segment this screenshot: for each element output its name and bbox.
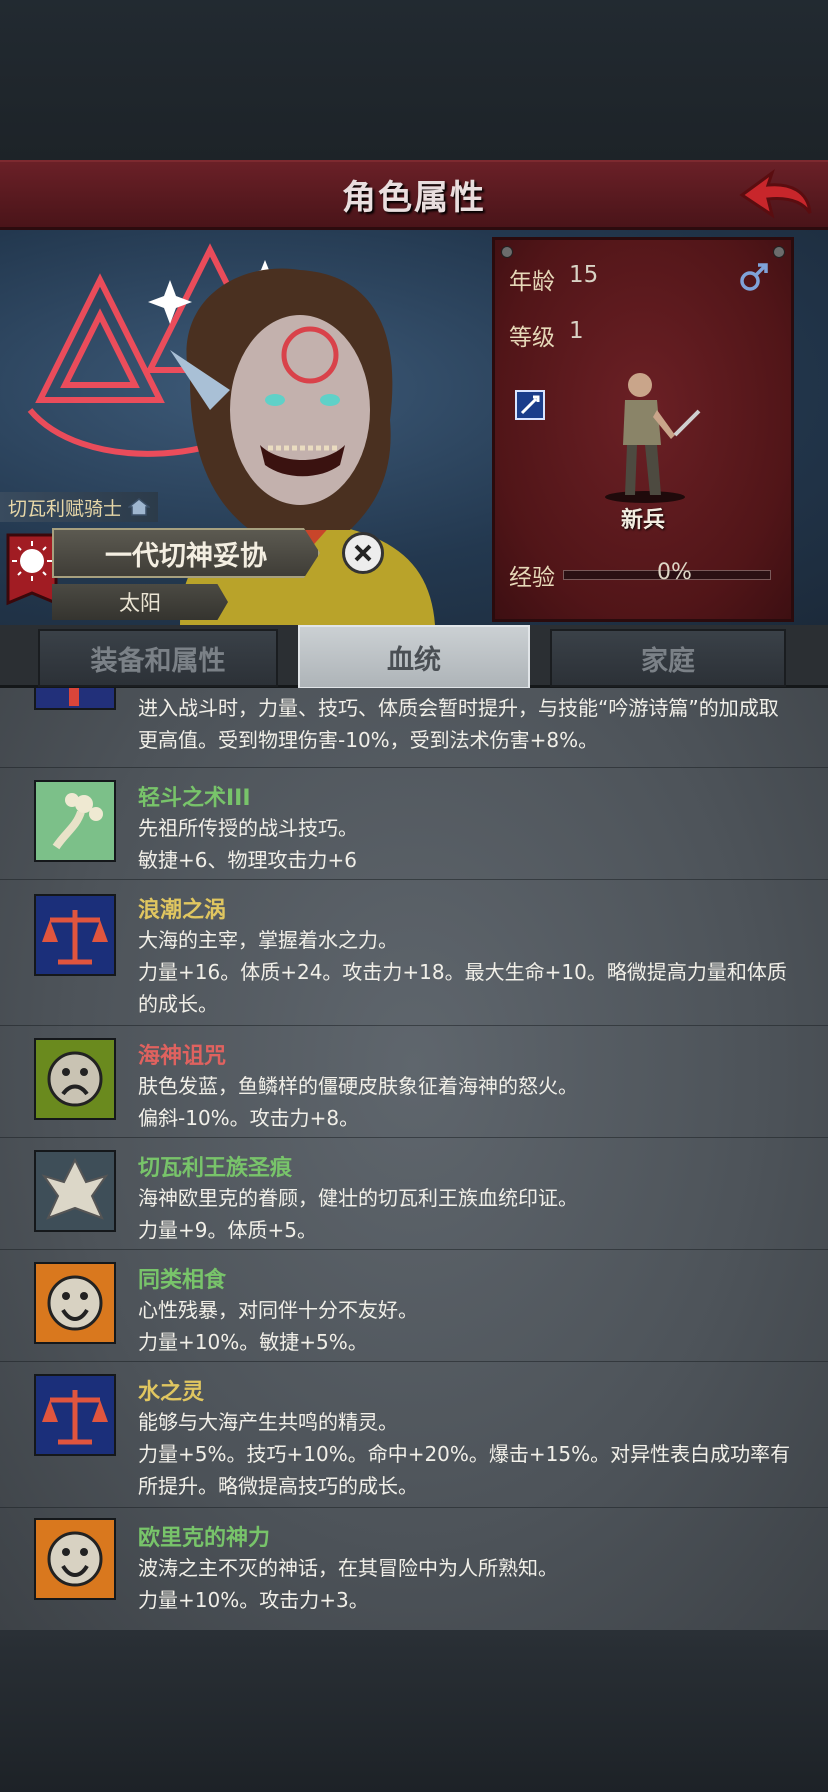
trait-description: 波涛之主不灭的神话，在其冒险中为人所熟知。: [138, 1556, 558, 1580]
partial-red-icon: [34, 688, 116, 710]
exp-percent: 0%: [657, 560, 692, 585]
deity-plate: 太阳: [52, 584, 228, 620]
trait-effect: 力量+10%。攻击力+3。: [138, 1588, 369, 1612]
hand-flower-icon: [34, 780, 116, 862]
happy-face-icon: [34, 1262, 116, 1344]
character-name: 一代切神妥协: [105, 540, 267, 572]
trait-name: 切瓦利王族圣痕: [138, 1156, 293, 1181]
male-gender-icon: [740, 263, 768, 291]
trait-name: 欧里克的神力: [138, 1526, 271, 1551]
trait-description: 能够与大海产生共鸣的精灵。: [138, 1410, 398, 1434]
trait-effect: 力量+5%。技巧+10%。命中+20%。爆击+15%。对异性表白成功率有所提升。…: [138, 1442, 791, 1498]
scales-icon: [34, 894, 116, 976]
sun-banner-icon: [6, 533, 58, 606]
tab-family-label: 家庭: [641, 645, 695, 677]
tab-bloodline-label: 血统: [387, 644, 441, 676]
tab-family[interactable]: 家庭: [550, 629, 786, 687]
unit-rank-label: 新兵: [620, 508, 665, 533]
home-icon: [128, 498, 151, 516]
sword-skill-icon[interactable]: [515, 390, 545, 420]
trait-effect: 敏捷+6、物理攻击力+6: [138, 848, 357, 872]
trait-entry[interactable]: 浪潮之涡 大海的主宰，掌握着水之力。 力量+16。体质+24。攻击力+18。最大…: [0, 880, 828, 1026]
close-icon: [354, 544, 372, 562]
trait-description: 心性残暴，对同伴十分不友好。: [138, 1298, 418, 1322]
tab-bloodline[interactable]: 血统: [298, 625, 530, 689]
trait-entry[interactable]: 同类相食 心性残暴，对同伴十分不友好。 力量+10%。敏捷+5%。: [0, 1250, 828, 1362]
trait-description: 肤色发蓝，鱼鳞样的僵硬皮肤象征着海神的怒火。: [138, 1074, 578, 1098]
tab-equipment[interactable]: 装备和属性: [38, 629, 278, 687]
trait-entry[interactable]: 轻斗之术III 先祖所传授的战斗技巧。 敏捷+6、物理攻击力+6: [0, 768, 828, 880]
trait-entry[interactable]: 切瓦利王族圣痕 海神欧里克的眷顾，健壮的切瓦利王族血统印证。 力量+9。体质+5…: [0, 1138, 828, 1250]
exp-row: 经验: [509, 558, 771, 592]
back-arrow-icon: [739, 169, 812, 219]
age-value: 15: [569, 262, 599, 288]
tab-bar: 装备和属性 血统 家庭: [0, 625, 828, 689]
age-label: 年龄: [509, 269, 555, 295]
trait-description: 大海的主宰，掌握着水之力。: [138, 928, 398, 952]
hero-panel: 切瓦利赋骑士 一代切神妥协 太阳 年龄 15 等级 1 新兵 经验 0%: [0, 230, 828, 625]
level-value: 1: [569, 318, 584, 344]
trait-effect: 偏斜-10%。攻击力+8。: [138, 1106, 360, 1130]
trait-list[interactable]: 进入战斗时，力量、技巧、体质会暂时提升，与技能“吟游诗篇”的加成取更高值。受到物…: [0, 688, 828, 1630]
class-label: 切瓦利赋骑士: [0, 492, 159, 522]
trait-name: 轻斗之术III: [138, 786, 251, 811]
exp-label: 经验: [509, 565, 555, 591]
trait-effect: 力量+16。体质+24。攻击力+18。最大生命+10。略微提高力量和体质的成长。: [138, 960, 787, 1016]
top-backdrop: [0, 0, 828, 160]
happy-face-icon: [34, 1518, 116, 1600]
stats-card: 年龄 15 等级 1 新兵 经验 0%: [492, 237, 794, 622]
trait-name: 同类相食: [138, 1268, 227, 1293]
rivet: [773, 246, 785, 258]
age-row: 年龄 15: [509, 262, 598, 296]
deity-name: 太阳: [119, 591, 161, 615]
crest-icon: [34, 1150, 116, 1232]
trait-entry[interactable]: 欧里克的神力 波涛之主不灭的神话，在其冒险中为人所熟知。 力量+10%。攻击力+…: [0, 1508, 828, 1620]
bottom-backdrop: [0, 1630, 828, 1792]
trait-effect: 力量+10%。敏捷+5%。: [138, 1330, 368, 1354]
scales-icon: [34, 1374, 116, 1456]
sad-face-icon: [34, 1038, 116, 1120]
level-label: 等级: [509, 325, 555, 351]
trait-name: 海神诅咒: [138, 1044, 227, 1069]
title-bar: 角色属性: [0, 160, 828, 230]
character-name-plate: 一代切神妥协: [52, 528, 320, 578]
trait-entry[interactable]: 进入战斗时，力量、技巧、体质会暂时提升，与技能“吟游诗篇”的加成取更高值。受到物…: [0, 688, 828, 768]
trait-effect: 力量+9。体质+5。: [138, 1218, 317, 1242]
class-name: 切瓦利赋骑士: [8, 497, 123, 520]
trait-entry[interactable]: 海神诅咒 肤色发蓝，鱼鳞样的僵硬皮肤象征着海神的怒火。 偏斜-10%。攻击力+8…: [0, 1026, 828, 1138]
sword-icon: [520, 395, 540, 415]
level-row: 等级 1: [509, 318, 584, 352]
clear-name-button[interactable]: [342, 532, 384, 574]
trait-entry[interactable]: 水之灵 能够与大海产生共鸣的精灵。 力量+5%。技巧+10%。命中+20%。爆击…: [0, 1362, 828, 1508]
tab-equipment-label: 装备和属性: [90, 645, 226, 677]
back-button[interactable]: [736, 168, 816, 224]
page-title: 角色属性: [342, 178, 486, 218]
trait-description: 进入战斗时，力量、技巧、体质会暂时提升，与技能“吟游诗篇”的加成取更高值。受到物…: [138, 696, 779, 752]
rivet: [501, 246, 513, 258]
trait-description: 先祖所传授的战斗技巧。: [138, 816, 358, 840]
trait-description: 海神欧里克的眷顾，健壮的切瓦利王族血统印证。: [138, 1186, 578, 1210]
recruit-figure: [605, 373, 701, 503]
trait-name: 浪潮之涡: [138, 898, 227, 923]
trait-name: 水之灵: [138, 1380, 205, 1405]
